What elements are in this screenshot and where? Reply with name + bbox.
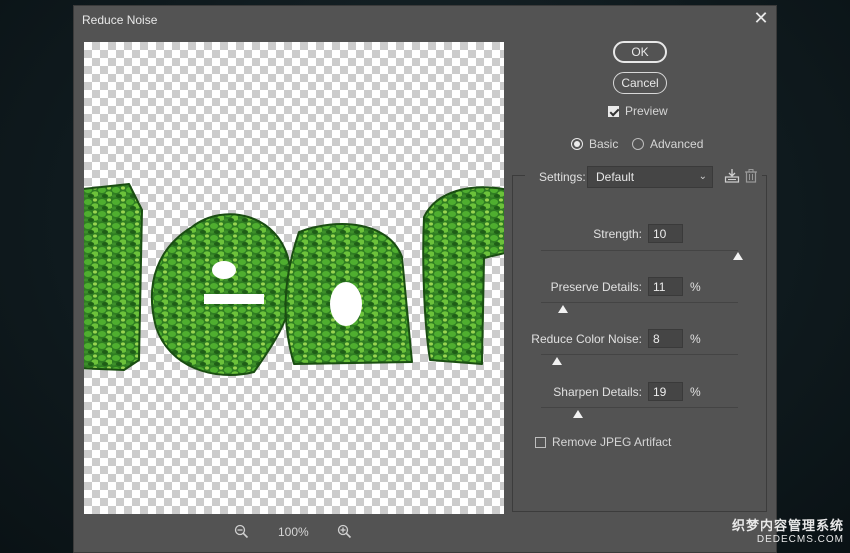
reduce-color-noise-slider-track[interactable] [541,354,738,355]
remove-jpeg-label: Remove JPEG Artifact [552,435,672,449]
leaf-text-preview [84,183,504,376]
reduce-color-noise-unit: % [690,332,701,346]
preview-checkbox[interactable] [608,105,619,117]
preview-canvas[interactable] [84,42,504,514]
reduce-noise-dialog: Reduce Noise ✕ 100% OK Cancel Preview Ba… [73,5,777,553]
preserve-details-slider-track[interactable] [541,302,738,303]
chevron-down-icon: ⌄ [698,171,707,182]
zoom-out-icon[interactable] [234,524,250,540]
preserve-details-label: Preserve Details: [550,280,642,294]
zoom-level: 100% [278,525,309,539]
watermark-line2: DEDECMS.COM [756,534,844,545]
basic-radio[interactable] [571,138,583,150]
zoom-in-icon[interactable] [337,524,353,540]
title-bar[interactable]: Reduce Noise ✕ [74,6,776,32]
settings-label: Settings: [539,170,586,184]
preview-checkbox-row[interactable]: Preview [608,104,668,118]
sharpen-details-slider-track[interactable] [541,407,738,408]
ok-button[interactable]: OK [613,41,667,63]
trash-icon[interactable] [743,168,759,184]
preserve-details-input[interactable] [648,277,683,296]
reduce-color-noise-slider-thumb[interactable] [551,357,562,365]
preview-label: Preview [625,104,668,118]
advanced-label: Advanced [650,137,704,151]
radio-advanced[interactable]: Advanced [632,137,703,151]
close-icon[interactable]: ✕ [752,9,770,27]
strength-label: Strength: [593,227,642,241]
sharpen-details-slider-thumb[interactable] [573,410,584,418]
sharpen-details-input[interactable] [648,382,683,401]
advanced-radio[interactable] [632,138,644,150]
cancel-button[interactable]: Cancel [613,72,667,94]
sharpen-details-label: Sharpen Details: [553,385,642,399]
radio-basic[interactable]: Basic [571,137,618,151]
remove-jpeg-row[interactable]: Remove JPEG Artifact [535,435,671,449]
settings-value: Default [596,170,635,184]
remove-jpeg-checkbox[interactable] [535,436,546,448]
sharpen-details-unit: % [690,385,701,399]
watermark-line1: 织梦内容管理系统 [731,518,844,533]
preserve-details-slider-thumb[interactable] [557,305,568,313]
save-preset-icon[interactable] [724,168,740,184]
watermark: 织梦内容管理系统 DEDECMS.COM [732,515,844,545]
strength-input[interactable] [648,224,683,243]
strength-slider-thumb[interactable] [733,252,743,260]
zoom-bar: 100% [234,523,353,541]
dialog-title: Reduce Noise [82,13,158,27]
settings-select[interactable]: Default ⌄ [587,166,713,188]
strength-slider-track[interactable] [541,250,738,251]
reduce-color-noise-label: Reduce Color Noise: [531,332,642,346]
basic-label: Basic [589,137,619,151]
reduce-color-noise-input[interactable] [648,329,683,348]
preserve-details-unit: % [690,280,701,294]
